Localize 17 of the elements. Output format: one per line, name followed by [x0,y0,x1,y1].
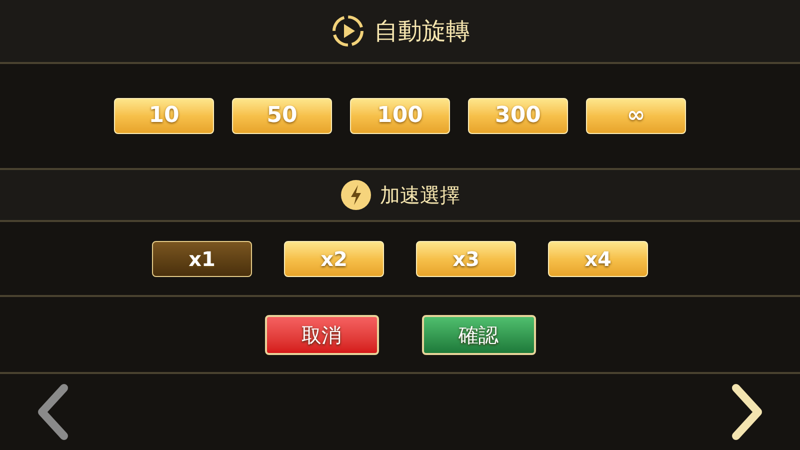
chevron-left-icon [36,384,70,440]
speed-title: 加速選擇 [380,182,460,209]
spin-count-button[interactable]: ∞ [586,98,686,134]
play-icon [330,13,366,49]
spin-count-button[interactable]: 10 [114,98,214,134]
speed-option-button[interactable]: x1 [152,240,252,276]
spin-count-button[interactable]: 50 [232,98,332,134]
spin-count-button[interactable]: 300 [468,98,568,134]
spin-count-button[interactable]: 100 [350,98,450,134]
lightning-icon [340,179,372,211]
speed-option-button[interactable]: x4 [548,240,648,276]
speed-option-button[interactable]: x3 [416,240,516,276]
confirm-button[interactable]: 確認 [422,314,536,354]
speed-option-button[interactable]: x2 [284,240,384,276]
chevron-right-icon [730,384,764,440]
auto-spin-title: 自動旋轉 [374,16,470,47]
cancel-button[interactable]: 取消 [264,314,378,354]
